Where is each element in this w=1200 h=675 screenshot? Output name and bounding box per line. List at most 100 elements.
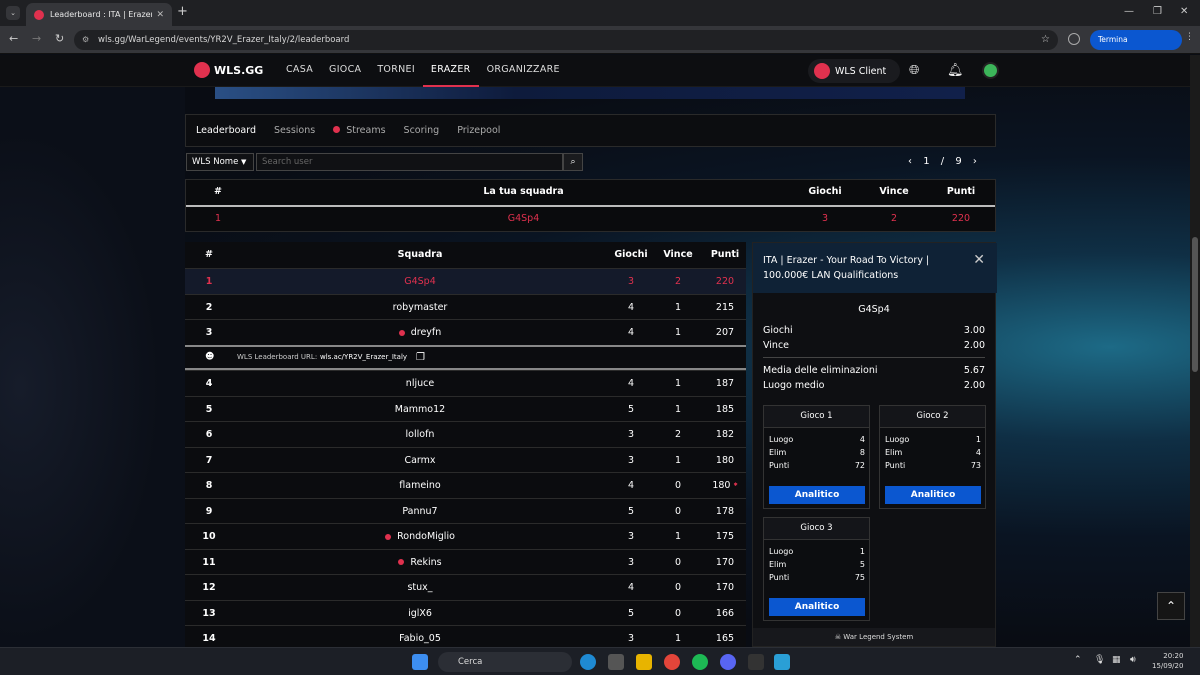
globe-icon[interactable]: 🌐︎ (909, 63, 919, 78)
menu-item-organizzare[interactable]: ORGANIZZARE (479, 55, 568, 87)
edge-icon[interactable] (580, 654, 596, 670)
update-button[interactable]: Termina aggiornamento (1090, 30, 1182, 64)
table-row[interactable]: 8 flameino 4 0 180 ✱ (185, 472, 746, 498)
analytics-button[interactable]: Analitico (769, 486, 865, 504)
browser-tab[interactable]: Leaderboard : ITA | Erazer - Your ✕ (26, 3, 172, 26)
team-name[interactable]: G4Sp4 (335, 269, 505, 294)
site-logo[interactable]: WLS.GG (194, 62, 263, 78)
game-place: Luogo 1 (885, 435, 981, 444)
tab-list-icon[interactable]: ⌄ (6, 6, 20, 20)
team-name[interactable]: Fabio_05 (335, 626, 505, 647)
close-window-icon[interactable]: ✕ (1180, 6, 1188, 17)
table-row[interactable]: 6 lollofn 3 2 182 (185, 421, 746, 447)
app-blue-icon[interactable] (774, 654, 790, 670)
menu-item-erazer[interactable]: ERAZER (422, 55, 479, 87)
points: 170 (700, 575, 746, 600)
analytics-button[interactable]: Analitico (769, 598, 865, 616)
team-name[interactable]: dreyfn (335, 320, 505, 345)
mic-icon[interactable]: 🎙︎ (1094, 655, 1105, 665)
team-name[interactable]: Pannu7 (335, 499, 505, 524)
table-row[interactable]: 4 nljuce 4 1 187 (185, 370, 746, 396)
table-row[interactable]: 14 Fabio_05 3 1 165 (185, 625, 746, 647)
team-name[interactable]: Mammo12 (335, 397, 505, 422)
game-card: Gioco 1 Luogo 4 Elim 8 Punti 72 Analitico (763, 405, 870, 509)
close-tab-icon[interactable]: ✕ (156, 10, 164, 20)
team-name[interactable]: RondoMiglio (335, 524, 505, 549)
bookmark-star-icon[interactable]: ☆ (1041, 30, 1050, 50)
menu-item-gioca[interactable]: GIOCA (321, 55, 369, 87)
taskbar-search[interactable]: Cerca (438, 652, 572, 672)
file-explorer-icon[interactable] (636, 654, 652, 670)
team-name[interactable]: stux_ (335, 575, 505, 600)
current-page[interactable]: 1 (923, 156, 929, 167)
team-name[interactable]: nljuce (335, 371, 505, 396)
tray-chevron-icon[interactable]: ⌃ (1074, 655, 1082, 665)
wins: 1 (674, 327, 682, 338)
analytics-button[interactable]: Analitico (885, 486, 981, 504)
user-avatar[interactable] (982, 62, 999, 79)
team-name[interactable]: iglX6 (335, 601, 505, 626)
table-row[interactable]: 10 RondoMiglio 3 1 175 (185, 523, 746, 549)
windows-start-icon[interactable] (412, 654, 428, 670)
col-team: Squadra (397, 249, 443, 260)
table-row[interactable]: 3 dreyfn 4 1 207 (185, 319, 746, 345)
site-info-icon[interactable]: ⚙ (82, 30, 89, 50)
network-icon[interactable]: ▦ (1112, 655, 1121, 665)
maximize-icon[interactable]: ❐ (1153, 6, 1162, 17)
points-value: 72 (854, 461, 865, 470)
tab-sessions[interactable]: Sessions (274, 125, 315, 136)
close-icon[interactable]: ✕ (973, 253, 985, 268)
team-name[interactable]: lollofn (335, 422, 505, 447)
minimize-icon[interactable]: — (1124, 6, 1134, 17)
table-row[interactable]: 7 Carmx 3 1 180 (185, 446, 746, 473)
tab-streams[interactable]: Streams (333, 125, 386, 136)
new-tab-icon[interactable]: + (177, 4, 188, 19)
table-row[interactable]: 12 stux_ 4 0 170 (185, 574, 746, 600)
rank: 12 (202, 582, 216, 593)
url-value[interactable]: wls.ac/YR2V_Erazer_Italy (320, 347, 407, 368)
menu-item-casa[interactable]: CASA (278, 55, 321, 87)
app-x-icon[interactable] (748, 654, 764, 670)
menu-item-tornei[interactable]: TORNEI (369, 55, 423, 87)
spotify-icon[interactable] (692, 654, 708, 670)
team-name[interactable]: Carmx (335, 448, 505, 473)
volume-icon[interactable]: 🔊︎ (1130, 655, 1136, 665)
discord-icon[interactable] (720, 654, 736, 670)
table-row[interactable]: 2 robymaster 4 1 215 (185, 293, 746, 320)
table-row[interactable]: 11 Rekins 3 0 170 (185, 548, 746, 575)
store-icon[interactable] (608, 654, 624, 670)
rank: 8 (205, 480, 213, 491)
bell-icon[interactable]: 🔔︎ (947, 63, 964, 78)
table-row[interactable]: 13 iglX6 5 0 166 (185, 599, 746, 626)
page-scrollbar[interactable] (1190, 55, 1200, 647)
tab-prizepool[interactable]: Prizepool (457, 125, 500, 136)
team-name[interactable]: robymaster (335, 295, 505, 320)
table-row[interactable]: 9 Pannu7 5 0 178 (185, 497, 746, 524)
team-name[interactable]: Rekins (335, 550, 505, 575)
taskbar-clock[interactable]: 20:20 15/09/20 (1152, 651, 1183, 671)
prev-page-icon[interactable]: ‹ (908, 156, 912, 167)
table-row[interactable]: 5 Mammo12 5 1 185 (185, 395, 746, 422)
scrollbar-thumb[interactable] (1192, 237, 1198, 372)
name-type-select[interactable]: WLS Nome ▼ (186, 153, 254, 171)
url-field[interactable]: ⚙ wls.gg/WarLegend/events/YR2V_Erazer_It… (74, 30, 1058, 50)
next-page-icon[interactable]: › (973, 156, 977, 167)
forward-icon[interactable]: → (32, 32, 41, 45)
tab-leaderboard[interactable]: Leaderboard (196, 125, 256, 136)
back-icon[interactable]: ← (9, 32, 18, 45)
search-input[interactable]: Search user (256, 153, 563, 171)
tab-scoring[interactable]: Scoring (404, 125, 440, 136)
profile-icon[interactable] (1068, 33, 1080, 45)
team-name-text: Pannu7 (402, 505, 438, 517)
scroll-top-button[interactable]: ⌃ (1157, 592, 1185, 620)
wins: 1 (674, 301, 682, 313)
wls-client-button[interactable]: WLS Client (808, 59, 900, 83)
team-name[interactable]: flameino (335, 473, 505, 498)
search-button[interactable]: ⌕ (563, 153, 583, 171)
chrome-icon[interactable] (664, 654, 680, 670)
table-row[interactable]: 1 G4Sp4 3 2 220 (185, 268, 746, 294)
copy-icon[interactable]: ❐ (416, 347, 425, 368)
game-place: Luogo 1 (769, 547, 865, 556)
reload-icon[interactable]: ↻ (55, 32, 64, 45)
menu-dots-icon[interactable]: ⋮ (1185, 32, 1194, 42)
